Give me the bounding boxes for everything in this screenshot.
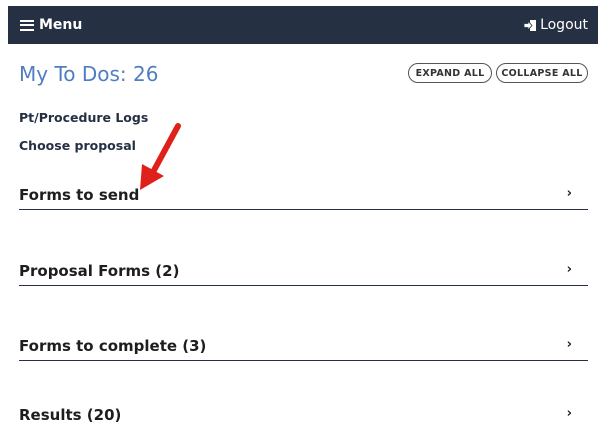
section-label: Forms to complete (3) xyxy=(19,337,207,355)
page-title: My To Dos: 26 xyxy=(19,62,159,86)
section-label: Proposal Forms (2) xyxy=(19,262,180,280)
section-forms-to-send[interactable]: Forms to send › xyxy=(19,180,588,210)
menu-label: Menu xyxy=(39,17,83,33)
section-divider xyxy=(19,284,588,286)
menu-button[interactable]: Menu xyxy=(20,6,82,44)
chevron-right-icon: › xyxy=(566,186,572,201)
link-choose-proposal[interactable]: Choose proposal xyxy=(19,138,136,153)
logout-label: Logout xyxy=(540,17,588,33)
section-results[interactable]: Results (20) › xyxy=(19,400,588,430)
logout-button[interactable]: Logout xyxy=(524,6,588,44)
expand-all-button[interactable]: EXPAND ALL xyxy=(408,63,492,83)
top-nav-bar: Menu Logout xyxy=(8,6,598,44)
chevron-right-icon: › xyxy=(566,337,572,352)
section-label: Forms to send xyxy=(19,186,140,204)
logout-icon xyxy=(524,19,537,31)
chevron-right-icon: › xyxy=(566,262,572,277)
link-procedure-logs[interactable]: Pt/Procedure Logs xyxy=(19,110,148,125)
section-divider xyxy=(19,359,588,361)
chevron-right-icon: › xyxy=(566,406,572,421)
section-label: Results (20) xyxy=(19,406,122,424)
collapse-all-button[interactable]: COLLAPSE ALL xyxy=(496,63,588,83)
red-arrow-annotation xyxy=(140,123,181,190)
section-proposal-forms[interactable]: Proposal Forms (2) › xyxy=(19,256,588,286)
section-divider xyxy=(19,208,588,210)
hamburger-icon xyxy=(20,19,34,31)
section-forms-to-complete[interactable]: Forms to complete (3) › xyxy=(19,331,588,361)
